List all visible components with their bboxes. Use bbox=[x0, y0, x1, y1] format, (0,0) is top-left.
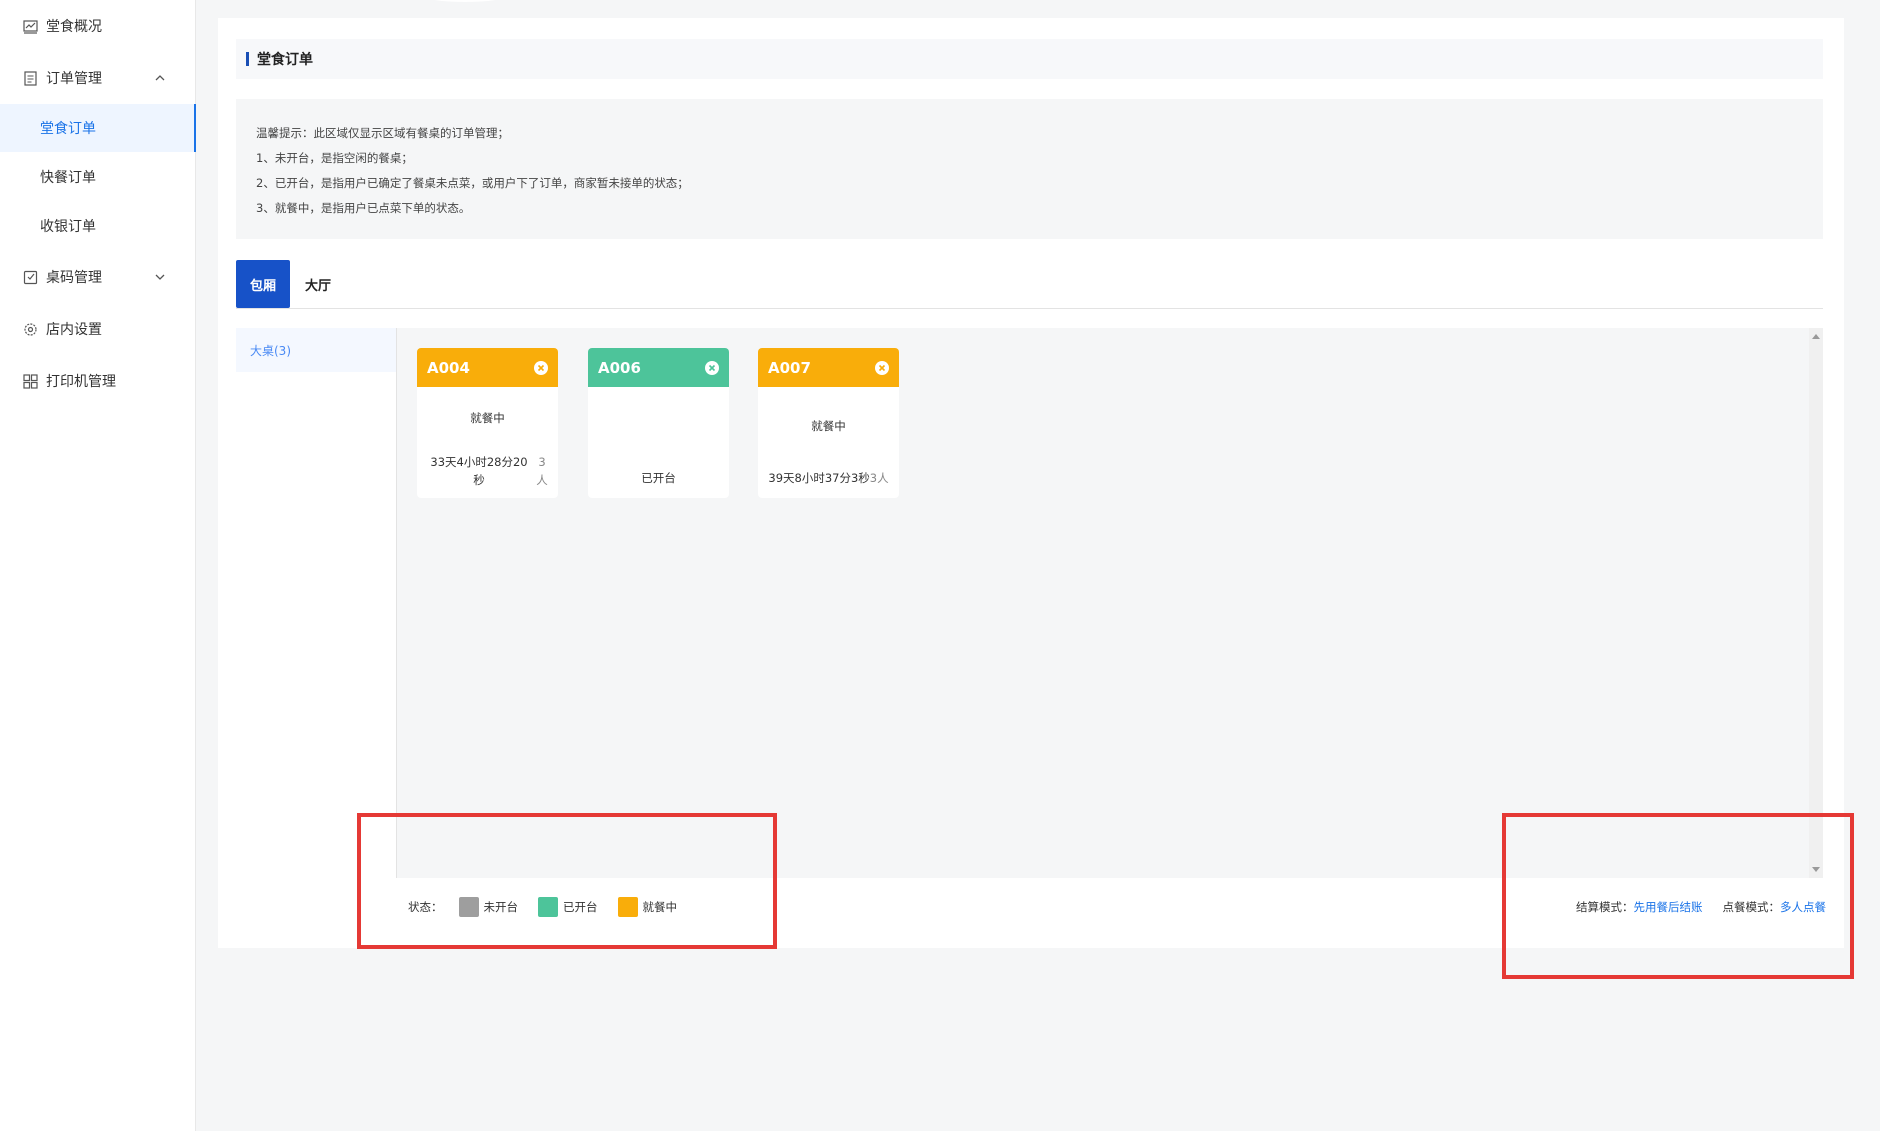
main-card: 堂食订单 温馨提示：此区域仅显示区域有餐桌的订单管理； 1、未开台，是指空闲的餐… bbox=[218, 18, 1844, 948]
scroll-down-arrow-icon[interactable] bbox=[1812, 867, 1820, 872]
sidebar-subitem-label: 堂食订单 bbox=[40, 121, 96, 137]
sidebar-item-order-management[interactable]: 订单管理 bbox=[0, 54, 196, 102]
table-card-a007[interactable]: A007 就餐中 39天8小时37分3秒3人 bbox=[758, 348, 899, 498]
page-header: 堂食订单 bbox=[236, 39, 1823, 79]
table-code: A004 bbox=[427, 358, 470, 377]
sidebar-item-label: 订单管理 bbox=[46, 71, 102, 87]
area-list: 大桌(3) bbox=[236, 328, 396, 878]
table-code: A007 bbox=[768, 358, 811, 377]
sidebar-item-label: 打印机管理 bbox=[46, 374, 116, 390]
scroll-up-arrow-icon[interactable] bbox=[1812, 334, 1820, 339]
chevron-down-icon bbox=[154, 271, 166, 283]
notice-box: 温馨提示：此区域仅显示区域有餐桌的订单管理； 1、未开台，是指空闲的餐桌； 2、… bbox=[236, 99, 1823, 239]
settle-mode-link[interactable]: 先用餐后结账 bbox=[1634, 899, 1703, 915]
sidebar-item-label: 桌码管理 bbox=[46, 270, 102, 286]
sidebar-subitem-label: 收银订单 bbox=[40, 219, 96, 235]
notice-line: 3、就餐中，是指用户已点菜下单的状态。 bbox=[256, 201, 471, 215]
legend-item-opened: 已开台 bbox=[538, 897, 598, 917]
settle-mode-label: 结算模式： bbox=[1576, 900, 1634, 914]
tab-bar: 包厢 大厅 bbox=[236, 260, 1823, 309]
sidebar: 堂食概况 订单管理 堂食订单 快餐订单 收银订单 桌码管理 店内设置 打印机管理 bbox=[0, 0, 196, 1131]
table-status: 就餐中 bbox=[811, 419, 846, 433]
chart-icon bbox=[22, 18, 38, 34]
table-card-header: A004 bbox=[417, 348, 558, 387]
legend-item-closed: 未开台 bbox=[458, 897, 519, 917]
legend-label: 状态： bbox=[408, 900, 443, 914]
qrcode-icon bbox=[22, 269, 38, 285]
table-people: 3人 bbox=[536, 455, 548, 487]
tab-private-room[interactable]: 包厢 bbox=[236, 260, 290, 308]
sidebar-subitem-cashier-orders[interactable]: 收银订单 bbox=[0, 202, 196, 250]
close-icon[interactable] bbox=[875, 360, 889, 375]
notice-line: 1、未开台，是指空闲的餐桌； bbox=[256, 151, 413, 165]
legend-item-dining: 就餐中 bbox=[617, 897, 678, 917]
legend-item-label: 就餐中 bbox=[642, 900, 678, 914]
order-mode-label: 点餐模式： bbox=[1722, 900, 1781, 914]
table-card-header: A006 bbox=[588, 348, 729, 387]
sidebar-item-table-code-management[interactable]: 桌码管理 bbox=[0, 253, 196, 301]
legend-item-label: 未开台 bbox=[483, 900, 519, 914]
chevron-up-icon bbox=[154, 72, 166, 84]
tab-hall[interactable]: 大厅 bbox=[290, 260, 346, 308]
table-card-header: A007 bbox=[758, 348, 899, 387]
legend-item-label: 已开台 bbox=[563, 900, 598, 914]
table-status: 已开台 bbox=[641, 471, 676, 485]
table-card-a006[interactable]: A006 已开台 bbox=[588, 348, 729, 498]
notice-line: 2、已开台，是指用户已确定了餐桌未点菜，或用户下了订单，商家暂未接单的状态； bbox=[256, 176, 689, 190]
title-accent-bar bbox=[246, 52, 249, 66]
table-card-a004[interactable]: A004 就餐中 33天4小时28分20秒 3人 bbox=[417, 348, 558, 498]
order-mode-link[interactable]: 多人点餐 bbox=[1780, 899, 1826, 915]
sidebar-subitem-dine-in-orders[interactable]: 堂食订单 bbox=[0, 104, 196, 152]
status-legend: 状态： 未开台 已开台 就餐中 bbox=[408, 895, 697, 919]
table-panel: A004 就餐中 33天4小时28分20秒 3人 A006 已开台 A007 就… bbox=[396, 328, 1823, 878]
table-status: 就餐中 bbox=[470, 411, 505, 425]
sidebar-item-label: 店内设置 bbox=[46, 322, 102, 338]
sidebar-item-printer-management[interactable]: 打印机管理 bbox=[0, 357, 196, 405]
document-icon bbox=[22, 70, 38, 86]
sidebar-subitem-fast-food-orders[interactable]: 快餐订单 bbox=[0, 153, 196, 201]
close-icon[interactable] bbox=[534, 360, 548, 375]
legend-swatch bbox=[538, 897, 558, 917]
mode-info: 结算模式： 先用餐后结账 点餐模式： 多人点餐 bbox=[1576, 895, 1826, 919]
close-icon[interactable] bbox=[705, 360, 719, 375]
sidebar-item-overview[interactable]: 堂食概况 bbox=[0, 2, 196, 50]
sidebar-item-label: 堂食概况 bbox=[46, 19, 102, 35]
notice-line: 温馨提示：此区域仅显示区域有餐桌的订单管理； bbox=[256, 126, 509, 140]
legend-swatch bbox=[617, 897, 638, 917]
gear-icon bbox=[22, 321, 38, 337]
table-people: 3人 bbox=[869, 471, 889, 485]
table-duration: 39天8小时37分3秒 bbox=[768, 471, 870, 485]
area-item-large-table[interactable]: 大桌(3) bbox=[236, 328, 396, 372]
table-duration-line: 39天8小时37分3秒3人 bbox=[758, 470, 899, 486]
sidebar-subitem-label: 快餐订单 bbox=[40, 170, 96, 186]
top-decoration bbox=[410, 0, 520, 2]
legend-swatch bbox=[458, 897, 479, 917]
page-title: 堂食订单 bbox=[257, 52, 313, 68]
table-code: A006 bbox=[598, 358, 641, 377]
grid-icon bbox=[22, 373, 38, 389]
table-duration: 33天4小时28分20秒 bbox=[430, 455, 528, 487]
sidebar-item-store-settings[interactable]: 店内设置 bbox=[0, 305, 196, 353]
vertical-scrollbar[interactable] bbox=[1809, 328, 1823, 878]
